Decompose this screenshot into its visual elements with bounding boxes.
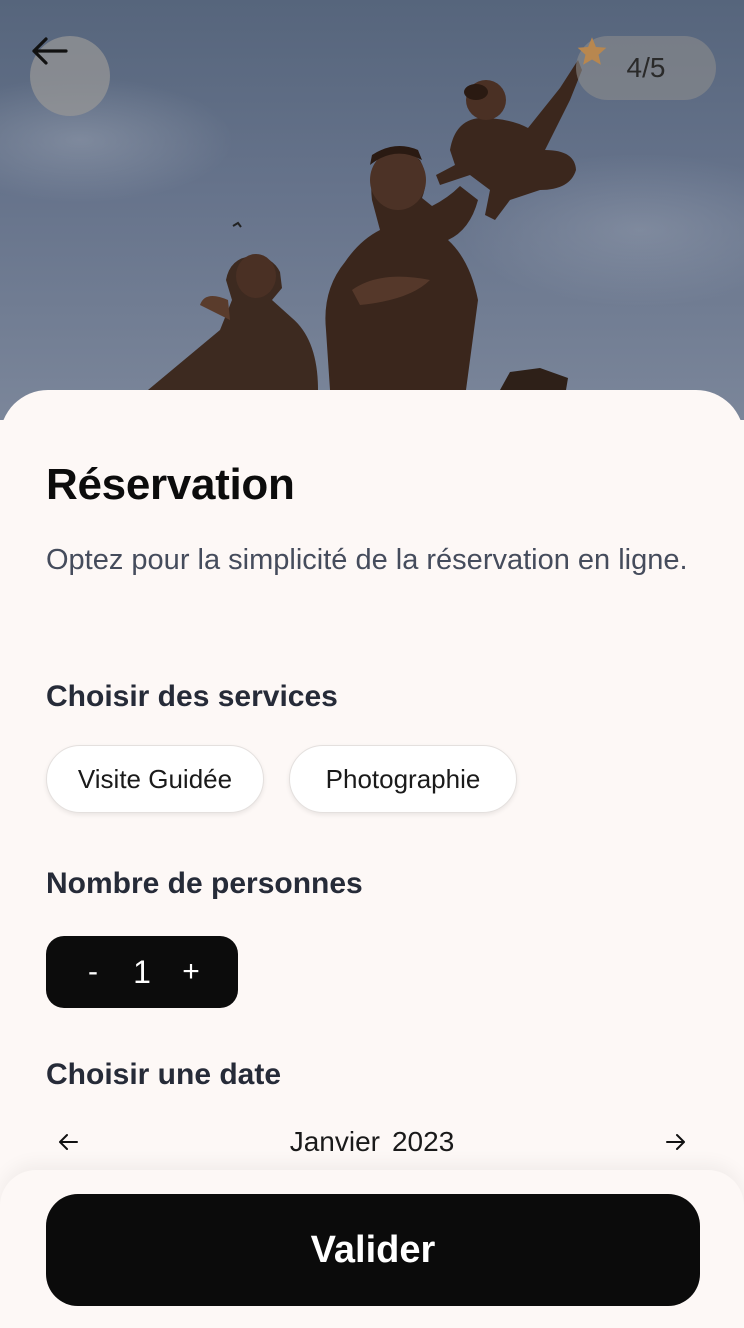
rating-badge: 4/5 — [576, 36, 716, 100]
month-name: Janvier — [289, 1126, 380, 1157]
hero-image: 4/5 — [0, 0, 744, 420]
month-year-label: Janvier 2023 — [290, 1126, 455, 1158]
page-subtitle: Optez pour la simplicité de la réservati… — [46, 544, 688, 576]
year-value: 2023 — [391, 1126, 455, 1157]
calendar-month-nav: Janvier 2023 — [46, 1120, 698, 1164]
services-heading: Choisir des services — [46, 680, 338, 713]
date-heading: Choisir une date — [46, 1058, 282, 1091]
prev-month-button[interactable] — [46, 1120, 90, 1164]
service-chip-photographie[interactable]: Photographie — [289, 745, 517, 813]
quantity-value: 1 — [133, 953, 151, 990]
next-month-button[interactable] — [654, 1120, 698, 1164]
increment-button[interactable]: + — [173, 955, 209, 989]
decrement-button[interactable]: - — [75, 955, 111, 989]
arrow-left-icon — [59, 1134, 78, 1150]
arrow-left-icon — [32, 37, 68, 65]
back-button[interactable] — [30, 36, 110, 116]
quantity-stepper: - 1 + — [46, 936, 238, 1008]
rating-value: 4/5 — [626, 52, 666, 83]
star-icon — [577, 37, 607, 65]
bottom-action-bar: Valider — [0, 1170, 744, 1328]
people-heading: Nombre de personnes — [46, 867, 363, 900]
page-title: Réservation — [46, 460, 295, 509]
service-chip-visite-guidee[interactable]: Visite Guidée — [46, 745, 264, 813]
validate-button[interactable]: Valider — [46, 1194, 700, 1306]
arrow-right-icon — [666, 1134, 685, 1150]
